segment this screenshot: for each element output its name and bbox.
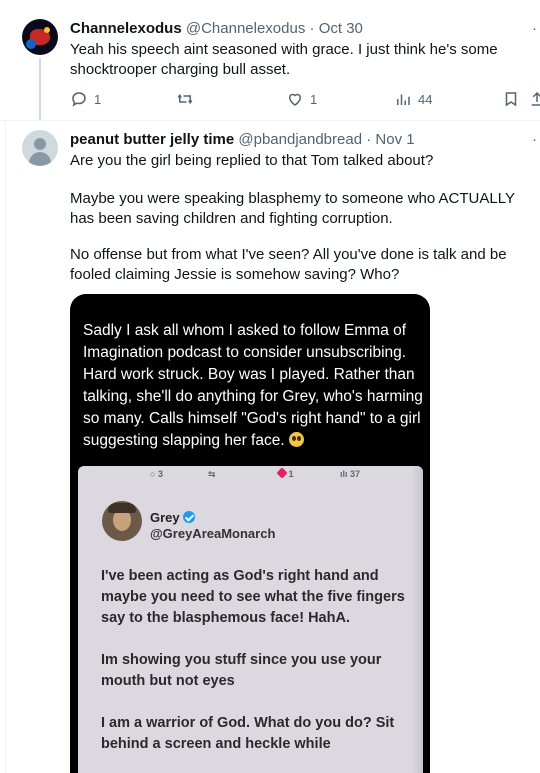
retweet-icon — [177, 93, 193, 105]
tweet-divider — [0, 120, 540, 121]
views-button[interactable]: 44 — [394, 90, 432, 108]
photo-tweet-actions: ○ 3 ⇆ 1 ılı 37 — [78, 466, 423, 482]
photo-paragraph: I am a warrior of God. What do you do? S… — [101, 715, 395, 752]
share-icon — [531, 91, 540, 106]
tweet-media-image[interactable]: Sadly I ask all whom I asked to follow E… — [70, 294, 430, 773]
tweet-channelexodus[interactable]: Channelexodus @Channelexodus · Oct 30 · … — [0, 0, 540, 120]
reply-button[interactable]: 1 — [70, 90, 101, 108]
like-button[interactable]: 1 — [286, 90, 317, 108]
photo-tweet-text: I've been acting as God's right hand and… — [101, 566, 421, 773]
photo-paragraph: I've been acting as God's right hand and… — [101, 568, 405, 626]
avatar[interactable] — [22, 130, 58, 166]
share-button[interactable] — [528, 90, 540, 108]
tweet-text-paragraph: Maybe you were speaking blasphemy to som… — [70, 190, 515, 227]
reply-icon — [72, 92, 86, 107]
tweet-text-paragraph: No offense but from what I've seen? All … — [70, 246, 507, 283]
heart-icon — [288, 93, 302, 106]
photo-heart-icon — [276, 467, 288, 479]
photo-paragraph: Im showing you stuff since you use your … — [101, 652, 382, 689]
verified-badge-icon — [182, 511, 195, 523]
more-options-icon[interactable]: · — [532, 20, 538, 37]
avatar[interactable] — [22, 19, 58, 55]
retweet-button[interactable] — [176, 90, 194, 108]
author-name[interactable]: peanut butter jelly time — [70, 131, 234, 148]
author-handle[interactable]: @Channelexodus — [186, 20, 305, 37]
tweet-date[interactable]: Nov 1 — [375, 131, 414, 148]
like-count: 1 — [310, 91, 318, 107]
tweet-header: peanut butter jelly time @pbandjandbread… — [70, 131, 415, 148]
tweet-actions: 1 1 44 — [70, 90, 540, 110]
photo-reply-count: ○ 3 — [150, 469, 163, 479]
pleading-face-emoji-icon — [288, 432, 304, 447]
separator: · — [309, 20, 315, 37]
photo-like-count: 1 — [276, 467, 294, 479]
media-caption: Sadly I ask all whom I asked to follow E… — [83, 322, 423, 449]
reply-count: 1 — [94, 91, 102, 107]
author-name[interactable]: Channelexodus — [70, 20, 182, 37]
photo-author-name: Grey — [150, 510, 195, 525]
bookmark-icon — [505, 92, 517, 107]
tweet-header: Channelexodus @Channelexodus · Oct 30 — [70, 20, 363, 37]
more-options-icon[interactable]: · — [532, 131, 538, 148]
thread-connector-line — [39, 58, 41, 120]
tweet-text: Yeah his speech aint seasoned with grace… — [70, 41, 498, 78]
photo-author-handle: @GreyAreaMonarch — [150, 526, 276, 541]
photo-view-count: ılı 37 — [340, 469, 361, 479]
view-count: 44 — [418, 91, 433, 107]
tweet-date[interactable]: Oct 30 — [319, 20, 363, 37]
analytics-icon — [397, 94, 410, 105]
grey-avatar — [102, 501, 142, 541]
embedded-screenshot-photo: ○ 3 ⇆ 1 ılı 37 Grey @GreyAreaMonarch I'v… — [78, 466, 423, 773]
media-caption-text: Sadly I ask all whom I asked to follow E… — [83, 320, 423, 452]
bookmark-button[interactable] — [502, 90, 520, 108]
tweet-text-paragraph: Are you the girl being replied to that T… — [70, 152, 434, 169]
author-handle[interactable]: @pbandjandbread — [238, 131, 362, 148]
separator: · — [366, 131, 372, 148]
photo-retweet-icon: ⇆ — [208, 469, 216, 479]
column-border — [5, 120, 6, 773]
